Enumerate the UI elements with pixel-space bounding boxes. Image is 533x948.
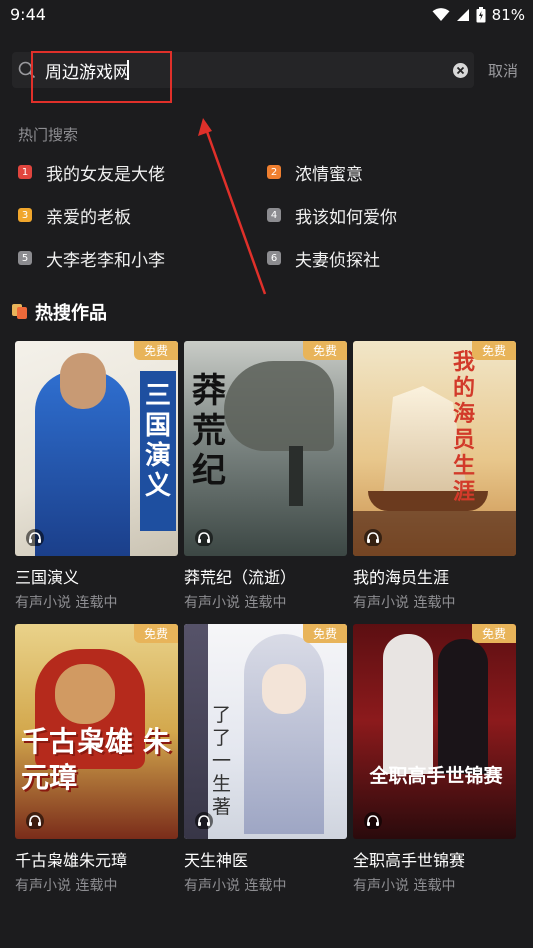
hot-search-label: 夫妻侦探社 (295, 250, 380, 271)
book-card[interactable]: 了了一生 著 免费 天生神医 有声小说 连载中 (184, 624, 347, 895)
hot-search-item[interactable]: 4 我该如何爱你 (267, 203, 397, 228)
book-status: 有声小说 连载中 (184, 595, 287, 611)
book-status: 有声小说 连载中 (15, 878, 118, 894)
book-cover: 莽荒纪 免费 (184, 341, 347, 556)
headphone-icon (195, 812, 213, 829)
book-card[interactable]: 三国演义 免费 三国演义 有声小说 连载中 (15, 341, 178, 612)
book-card[interactable]: 千古枭雄 朱元璋 免费 千古枭雄朱元璋 有声小说 连载中 (15, 624, 178, 895)
rank-badge: 4 (267, 208, 281, 222)
headphone-icon (195, 529, 213, 546)
annotation-highlight-box (31, 51, 172, 103)
book-title: 我的海员生涯 (353, 568, 450, 587)
book-status: 有声小说 连载中 (353, 595, 456, 611)
hot-search-label: 我的女友是大佬 (46, 164, 165, 185)
hot-search-label: 浓情蜜意 (295, 164, 363, 185)
book-card[interactable]: 我的海员生涯 免费 我的海员生涯 有声小说 连载中 (353, 341, 516, 612)
hot-search-item[interactable]: 2 浓情蜜意 (267, 160, 363, 185)
rank-badge: 2 (267, 165, 281, 179)
hot-search-item[interactable]: 6 夫妻侦探社 (267, 246, 380, 271)
book-title: 三国演义 (15, 568, 80, 587)
headphone-icon (364, 529, 382, 546)
hot-works-title: 热搜作品 (35, 303, 107, 324)
book-cover: 全职高手世锦赛 免费 (353, 624, 516, 839)
book-title: 全职高手世锦赛 (353, 851, 466, 870)
cover-title: 三国演义 (145, 381, 172, 501)
annotation-arrow-icon (198, 118, 267, 295)
wifi-icon (432, 8, 450, 21)
hot-works-icon (12, 304, 27, 319)
battery-icon (476, 7, 486, 23)
hot-search-title: 热门搜索 (18, 126, 79, 144)
cover-title: 千古枭雄 朱元璋 (21, 725, 171, 794)
clear-icon[interactable] (453, 63, 468, 78)
book-cover: 千古枭雄 朱元璋 免费 (15, 624, 178, 839)
cover-title: 莽荒纪 (192, 371, 226, 491)
free-badge: 免费 (303, 341, 347, 360)
cover-title: 全职高手世锦赛 (369, 765, 503, 787)
battery-percent: 81% (491, 6, 525, 24)
book-status: 有声小说 连载中 (184, 878, 287, 894)
book-card[interactable]: 莽荒纪 免费 莽荒纪（流逝） 有声小说 连载中 (184, 341, 347, 612)
headphone-icon (26, 529, 44, 546)
book-title: 天生神医 (184, 851, 249, 870)
free-badge: 免费 (472, 341, 516, 360)
headphone-icon (364, 812, 382, 829)
rank-badge: 5 (18, 251, 32, 265)
book-status: 有声小说 连载中 (353, 878, 456, 894)
hot-search-label: 亲爱的老板 (46, 207, 131, 228)
book-cover: 了了一生 著 免费 (184, 624, 347, 839)
free-badge: 免费 (134, 624, 178, 643)
rank-badge: 3 (18, 208, 32, 222)
free-badge: 免费 (303, 624, 347, 643)
book-status: 有声小说 连载中 (15, 595, 118, 611)
book-cover: 我的海员生涯 免费 (353, 341, 516, 556)
hot-search-label: 大李老李和小李 (46, 250, 165, 271)
signal-icon (456, 9, 469, 21)
hot-search-item[interactable]: 3 亲爱的老板 (18, 203, 131, 228)
book-title: 莽荒纪（流逝） (184, 568, 297, 587)
hot-search-item[interactable]: 5 大李老李和小李 (18, 246, 165, 271)
cover-title: 了了一生 著 (212, 704, 232, 818)
headphone-icon (26, 812, 44, 829)
status-icons: 81% (432, 5, 525, 25)
hot-search-item[interactable]: 1 我的女友是大佬 (18, 160, 165, 185)
book-cover: 三国演义 免费 (15, 341, 178, 556)
cancel-button[interactable]: 取消 (488, 60, 518, 81)
book-card[interactable]: 全职高手世锦赛 免费 全职高手世锦赛 有声小说 连载中 (353, 624, 516, 895)
rank-badge: 6 (267, 251, 281, 265)
free-badge: 免费 (134, 341, 178, 360)
cover-title: 我的海员生涯 (453, 349, 476, 505)
free-badge: 免费 (472, 624, 516, 643)
rank-badge: 1 (18, 165, 32, 179)
status-bar: 9:44 81% (0, 0, 533, 32)
status-time: 9:44 (10, 5, 46, 24)
hot-search-label: 我该如何爱你 (295, 207, 397, 228)
app-screen: 9:44 81% 取消 (0, 0, 533, 948)
book-title: 千古枭雄朱元璋 (15, 851, 128, 870)
